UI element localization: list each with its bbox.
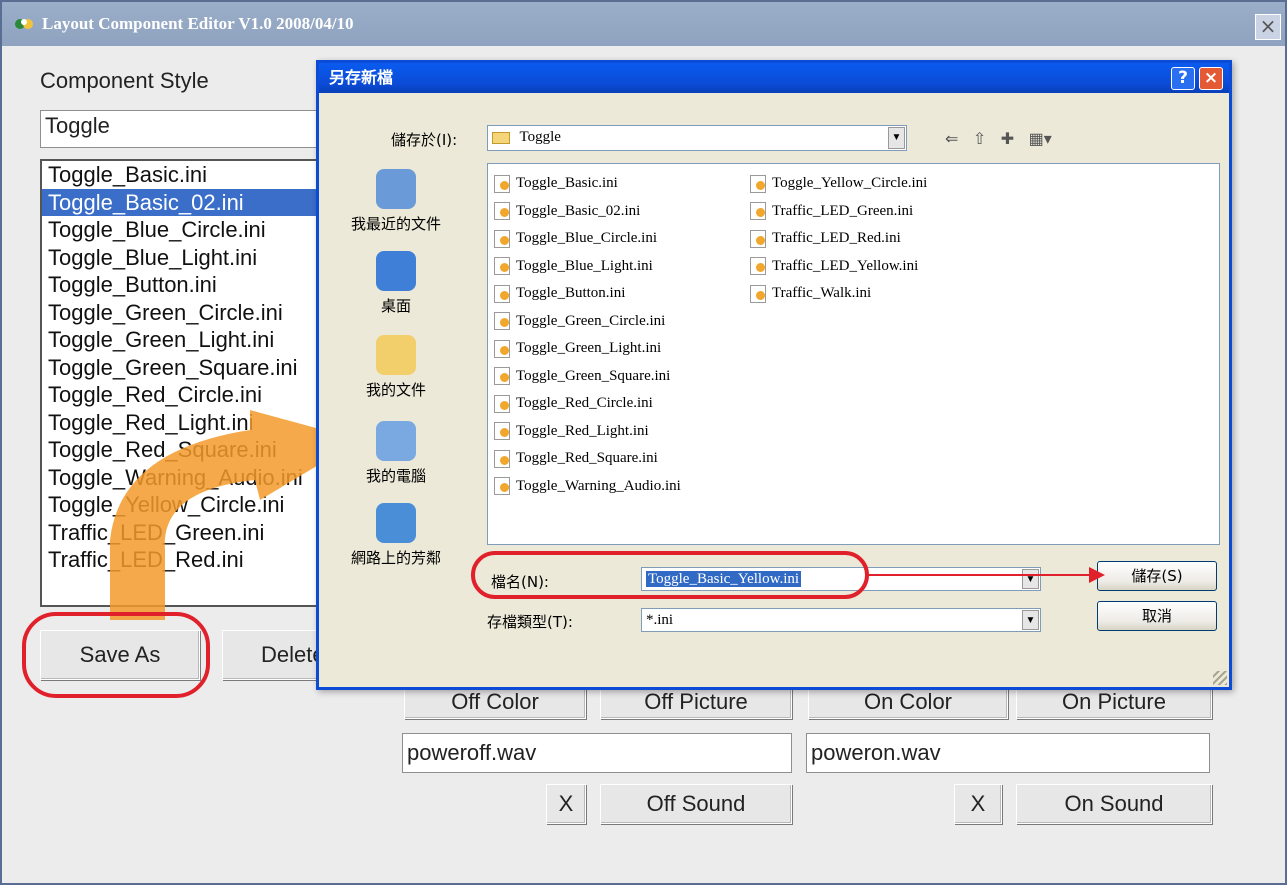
off-picture-button[interactable]: Off Picture — [600, 686, 792, 719]
clear-on-sound-button[interactable]: X — [954, 784, 1002, 824]
file-item[interactable]: Toggle_Green_Circle.ini — [494, 308, 681, 336]
list-item[interactable]: Toggle_Green_Square.ini — [42, 354, 328, 382]
off-color-button[interactable]: Off Color — [404, 686, 586, 719]
file-item[interactable]: Toggle_Blue_Circle.ini — [494, 225, 681, 253]
toolbar-icons: ⇐ ⇧ ✚ ▦▾ — [945, 129, 1052, 149]
chevron-down-icon[interactable]: ▼ — [888, 127, 905, 149]
file-item[interactable]: Toggle_Basic.ini — [494, 170, 681, 198]
file-item[interactable]: Toggle_Red_Light.ini — [494, 418, 681, 446]
on-picture-button[interactable]: On Picture — [1016, 686, 1212, 719]
file-item[interactable]: Toggle_Yellow_Circle.ini — [750, 170, 927, 198]
network-icon — [376, 503, 416, 543]
clear-off-sound-button[interactable]: X — [546, 784, 586, 824]
file-item[interactable]: Toggle_Blue_Light.ini — [494, 253, 681, 281]
file-item[interactable]: Traffic_LED_Green.ini — [750, 198, 927, 226]
computer-icon — [376, 421, 416, 461]
dialog-close-button[interactable]: × — [1199, 67, 1223, 90]
save-as-dialog: 另存新檔 ? × 儲存於(I): Toggle ▼ ⇐ ⇧ ✚ ▦▾ 我最近的文… — [316, 60, 1232, 690]
delete-button[interactable]: Delete — [222, 630, 325, 680]
ini-file-icon — [494, 312, 510, 331]
file-item[interactable]: Toggle_Green_Light.ini — [494, 335, 681, 363]
place-network[interactable]: 網路上的芳鄰 — [341, 503, 451, 568]
documents-icon — [376, 335, 416, 375]
view-menu-icon[interactable]: ▦▾ — [1029, 131, 1052, 148]
save-in-folder: Toggle — [519, 129, 561, 145]
ini-file-icon — [494, 339, 510, 358]
component-style-field[interactable]: Toggle — [40, 110, 330, 148]
file-list[interactable]: Toggle_Basic.ini Toggle_Basic_02.ini Toggl… — [487, 163, 1220, 545]
file-item[interactable]: Toggle_Button.ini — [494, 280, 681, 308]
annotation-pointer — [867, 567, 1105, 583]
place-computer[interactable]: 我的電腦 — [341, 421, 451, 486]
ini-file-icon — [494, 394, 510, 413]
window-close-button[interactable]: × — [1255, 14, 1281, 40]
ini-file-icon — [750, 229, 766, 248]
on-sound-button[interactable]: On Sound — [1016, 784, 1212, 824]
file-item[interactable]: Toggle_Red_Circle.ini — [494, 390, 681, 418]
list-item[interactable]: Toggle_Blue_Light.ini — [42, 244, 328, 272]
ini-file-icon — [494, 422, 510, 441]
list-item[interactable]: Toggle_Button.ini — [42, 271, 328, 299]
list-item[interactable]: Toggle_Green_Circle.ini — [42, 299, 328, 327]
file-item[interactable]: Toggle_Red_Square.ini — [494, 445, 681, 473]
window-title: Layout Component Editor V1.0 2008/04/10 — [42, 14, 354, 33]
ini-file-icon — [494, 449, 510, 468]
help-button[interactable]: ? — [1171, 67, 1195, 90]
ini-file-icon — [494, 257, 510, 276]
ini-file-icon — [494, 477, 510, 496]
filename-highlight — [471, 551, 869, 599]
desktop-icon — [376, 251, 416, 291]
file-column-2: Toggle_Yellow_Circle.ini Traffic_LED_Gree… — [750, 170, 927, 308]
cancel-button[interactable]: 取消 — [1097, 601, 1217, 631]
component-style-label: Component Style — [40, 68, 209, 93]
back-icon[interactable]: ⇐ — [945, 131, 958, 148]
folder-icon — [492, 131, 510, 144]
place-desktop[interactable]: 桌面 — [341, 251, 451, 316]
recent-icon — [376, 169, 416, 209]
file-item[interactable]: Traffic_Walk.ini — [750, 280, 927, 308]
place-documents[interactable]: 我的文件 — [341, 335, 451, 400]
file-item[interactable]: Traffic_LED_Red.ini — [750, 225, 927, 253]
ini-file-icon — [494, 284, 510, 303]
save-in-combo[interactable]: Toggle ▼ — [487, 125, 907, 151]
file-item[interactable]: Traffic_LED_Yellow.ini — [750, 253, 927, 281]
list-item[interactable]: Toggle_Basic.ini — [42, 161, 328, 189]
app-icon — [15, 19, 33, 29]
off-sound-field[interactable]: poweroff.wav — [402, 733, 792, 773]
file-item[interactable]: Toggle_Basic_02.ini — [494, 198, 681, 226]
list-item[interactable]: Toggle_Red_Circle.ini — [42, 381, 328, 409]
chevron-down-icon[interactable]: ▼ — [1022, 610, 1039, 630]
ini-file-icon — [494, 229, 510, 248]
list-item[interactable]: Toggle_Green_Light.ini — [42, 326, 328, 354]
list-item[interactable]: Toggle_Blue_Circle.ini — [42, 216, 328, 244]
filetype-combo[interactable]: *.ini ▼ — [641, 608, 1041, 632]
list-item[interactable]: Toggle_Basic_02.ini — [42, 188, 328, 216]
ini-file-icon — [750, 284, 766, 303]
on-color-button[interactable]: On Color — [808, 686, 1008, 719]
off-sound-button[interactable]: Off Sound — [600, 784, 792, 824]
up-folder-icon[interactable]: ⇧ — [973, 131, 986, 148]
filetype-value: *.ini — [646, 612, 674, 628]
save-as-highlight — [22, 612, 210, 698]
new-folder-icon[interactable]: ✚ — [1001, 131, 1014, 148]
file-column-1: Toggle_Basic.ini Toggle_Basic_02.ini Toggl… — [494, 170, 681, 500]
filetype-label: 存檔類型(T): — [487, 613, 573, 631]
dialog-title: 另存新檔 — [319, 63, 1229, 93]
save-in-label: 儲存於(I): — [391, 131, 458, 149]
file-item[interactable]: Toggle_Green_Square.ini — [494, 363, 681, 391]
resize-grip[interactable] — [1213, 671, 1227, 685]
file-item[interactable]: Toggle_Warning_Audio.ini — [494, 473, 681, 501]
ini-file-icon — [494, 367, 510, 386]
ini-file-icon — [494, 202, 510, 221]
ini-file-icon — [494, 174, 510, 193]
save-button[interactable]: 儲存(S) — [1097, 561, 1217, 591]
on-sound-field[interactable]: poweron.wav — [806, 733, 1210, 773]
ini-file-icon — [750, 202, 766, 221]
place-recent[interactable]: 我最近的文件 — [341, 169, 451, 234]
title-bar: Layout Component Editor V1.0 2008/04/10 — [2, 2, 1285, 46]
ini-file-icon — [750, 174, 766, 193]
ini-file-icon — [750, 257, 766, 276]
